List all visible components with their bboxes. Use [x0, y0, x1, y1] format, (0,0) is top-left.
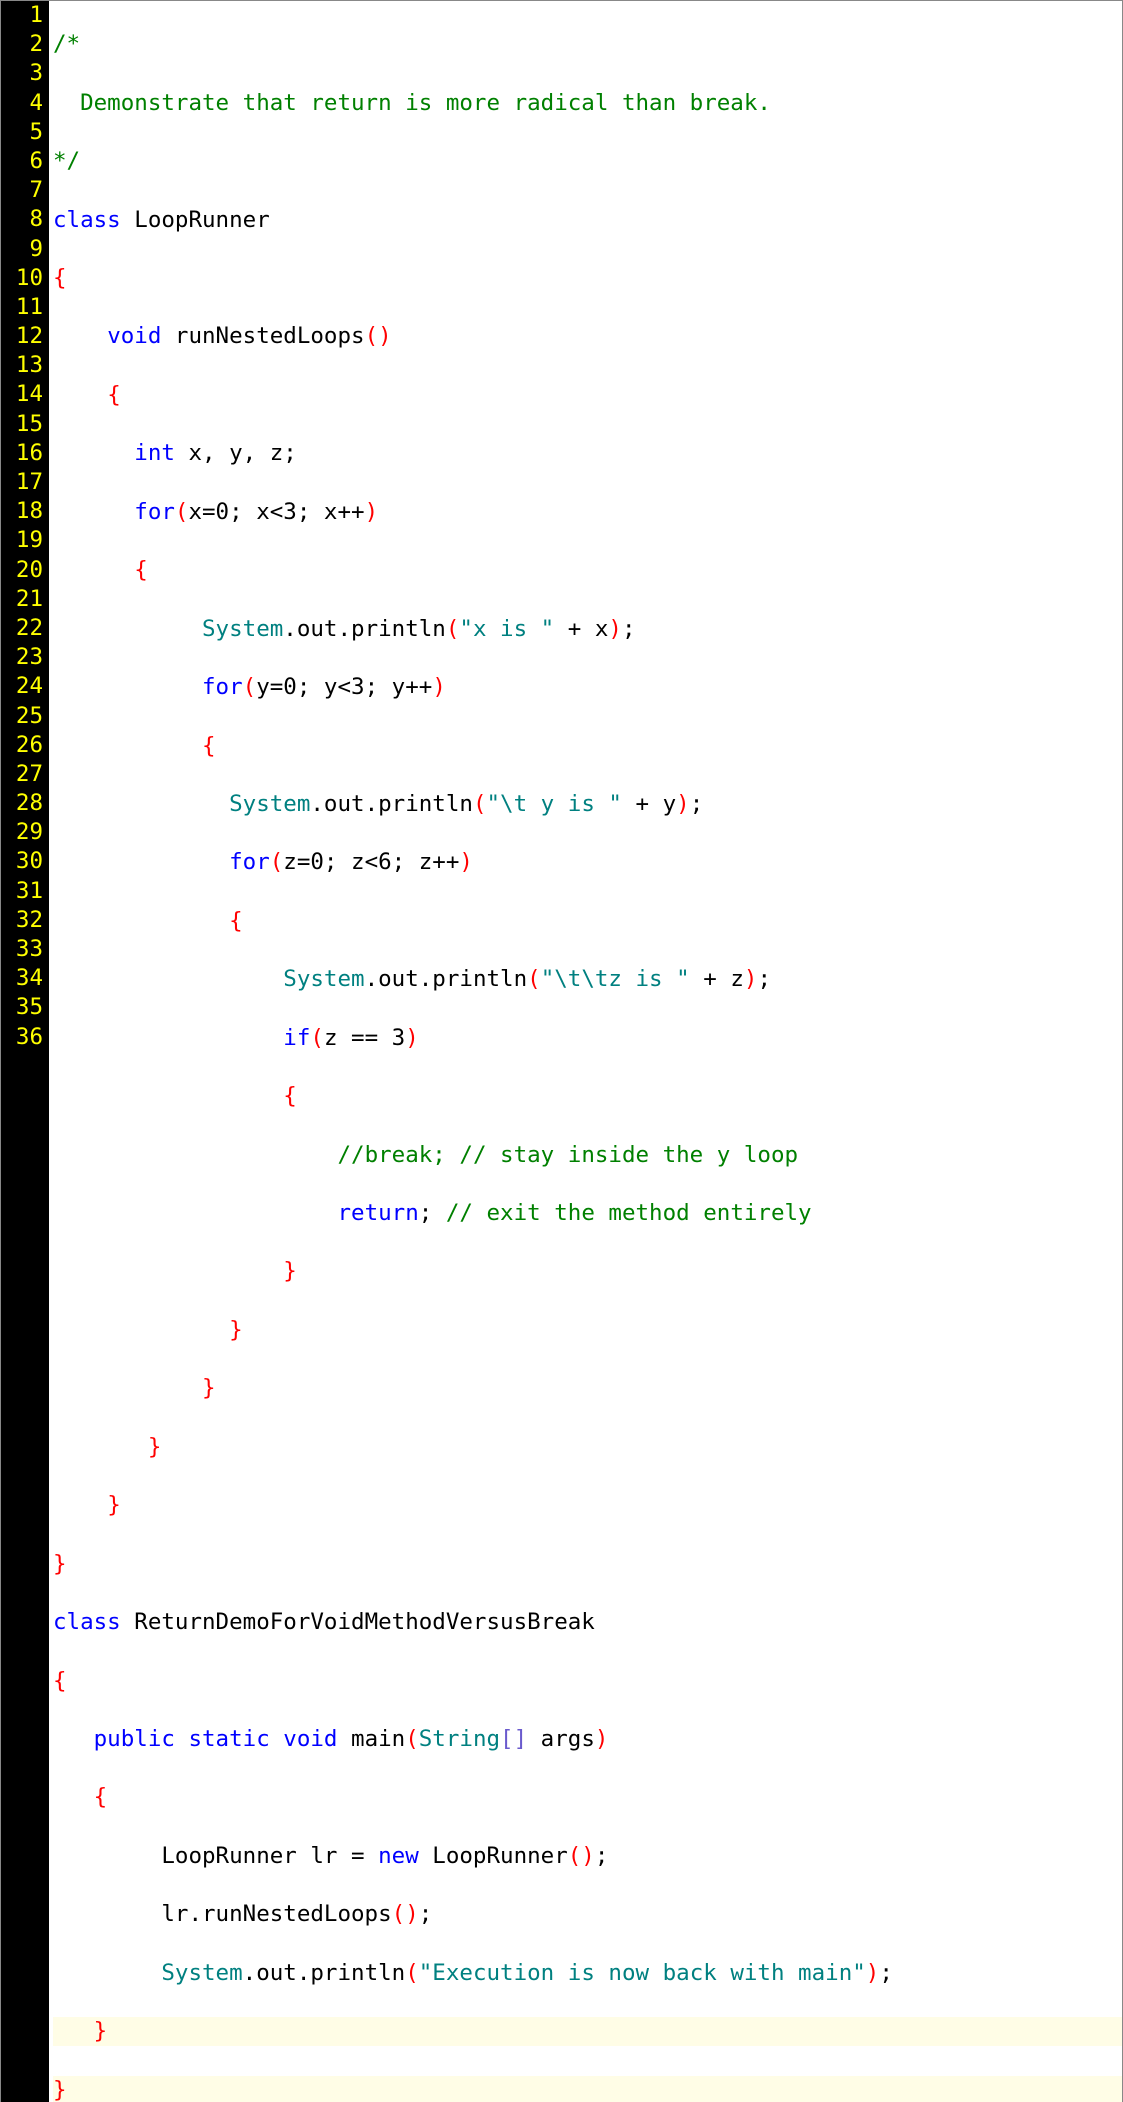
line-number: 28: [3, 789, 43, 818]
code-line[interactable]: }: [53, 1433, 1122, 1462]
line-number: 3: [3, 59, 43, 88]
code-line[interactable]: lr.runNestedLoops();: [53, 1900, 1122, 1929]
code-line[interactable]: {: [53, 556, 1122, 585]
line-number: 19: [3, 526, 43, 555]
line-number: 15: [3, 410, 43, 439]
code-line[interactable]: /*: [53, 30, 1122, 59]
code-line[interactable]: for(x=0; x<3; x++): [53, 498, 1122, 527]
line-number: 2: [3, 30, 43, 59]
code-line[interactable]: }: [53, 1550, 1122, 1579]
line-number: 1: [3, 1, 43, 30]
code-line[interactable]: return; // exit the method entirely: [53, 1199, 1122, 1228]
code-line[interactable]: class ReturnDemoForVoidMethodVersusBreak: [53, 1608, 1122, 1637]
line-number: 10: [3, 264, 43, 293]
line-number: 4: [3, 89, 43, 118]
line-number: 29: [3, 818, 43, 847]
code-editor: 1 2 3 4 5 6 7 8 9 10 11 12 13 14 15 16 1…: [1, 1, 1122, 2102]
code-line[interactable]: {: [53, 381, 1122, 410]
code-line[interactable]: */: [53, 147, 1122, 176]
code-line[interactable]: }: [53, 2017, 1122, 2046]
line-number: 5: [3, 118, 43, 147]
code-line[interactable]: System.out.println("Execution is now bac…: [53, 1959, 1122, 1988]
line-number: 23: [3, 643, 43, 672]
code-line[interactable]: {: [53, 907, 1122, 936]
line-number: 13: [3, 351, 43, 380]
code-line[interactable]: Demonstrate that return is more radical …: [53, 89, 1122, 118]
line-number: 35: [3, 993, 43, 1022]
code-line[interactable]: {: [53, 1082, 1122, 1111]
line-number: 22: [3, 614, 43, 643]
code-line[interactable]: void runNestedLoops(): [53, 322, 1122, 351]
code-line[interactable]: }: [53, 2076, 1122, 2102]
code-line[interactable]: System.out.println("\t y is " + y);: [53, 790, 1122, 819]
code-line[interactable]: {: [53, 1783, 1122, 1812]
code-line[interactable]: System.out.println("\t\tz is " + z);: [53, 965, 1122, 994]
line-number-gutter: 1 2 3 4 5 6 7 8 9 10 11 12 13 14 15 16 1…: [1, 1, 49, 2102]
code-line[interactable]: }: [53, 1316, 1122, 1345]
line-number: 31: [3, 877, 43, 906]
line-number: 33: [3, 935, 43, 964]
code-line[interactable]: LoopRunner lr = new LoopRunner();: [53, 1842, 1122, 1871]
code-line[interactable]: for(y=0; y<3; y++): [53, 673, 1122, 702]
line-number: 16: [3, 439, 43, 468]
line-number: 21: [3, 585, 43, 614]
code-line[interactable]: System.out.println("x is " + x);: [53, 615, 1122, 644]
line-number: 9: [3, 235, 43, 264]
code-line[interactable]: class LoopRunner: [53, 206, 1122, 235]
code-line[interactable]: for(z=0; z<6; z++): [53, 848, 1122, 877]
line-number: 12: [3, 322, 43, 351]
line-number: 18: [3, 497, 43, 526]
code-line[interactable]: {: [53, 1667, 1122, 1696]
line-number: 34: [3, 964, 43, 993]
code-line[interactable]: int x, y, z;: [53, 439, 1122, 468]
code-line[interactable]: if(z == 3): [53, 1024, 1122, 1053]
line-number: 8: [3, 205, 43, 234]
line-number: 32: [3, 906, 43, 935]
line-number: 30: [3, 847, 43, 876]
line-number: 7: [3, 176, 43, 205]
code-line[interactable]: public static void main(String[] args): [53, 1725, 1122, 1754]
line-number: 20: [3, 556, 43, 585]
line-number: 24: [3, 672, 43, 701]
code-line[interactable]: }: [53, 1374, 1122, 1403]
line-number: 36: [3, 1023, 43, 1052]
line-number: 14: [3, 380, 43, 409]
code-line[interactable]: {: [53, 732, 1122, 761]
code-line[interactable]: //break; // stay inside the y loop: [53, 1141, 1122, 1170]
code-line[interactable]: }: [53, 1491, 1122, 1520]
code-line[interactable]: }: [53, 1257, 1122, 1286]
line-number: 27: [3, 760, 43, 789]
line-number: 17: [3, 468, 43, 497]
code-area[interactable]: /* Demonstrate that return is more radic…: [49, 1, 1122, 2102]
code-line[interactable]: {: [53, 264, 1122, 293]
line-number: 11: [3, 293, 43, 322]
line-number: 25: [3, 702, 43, 731]
line-number: 6: [3, 147, 43, 176]
line-number: 26: [3, 731, 43, 760]
